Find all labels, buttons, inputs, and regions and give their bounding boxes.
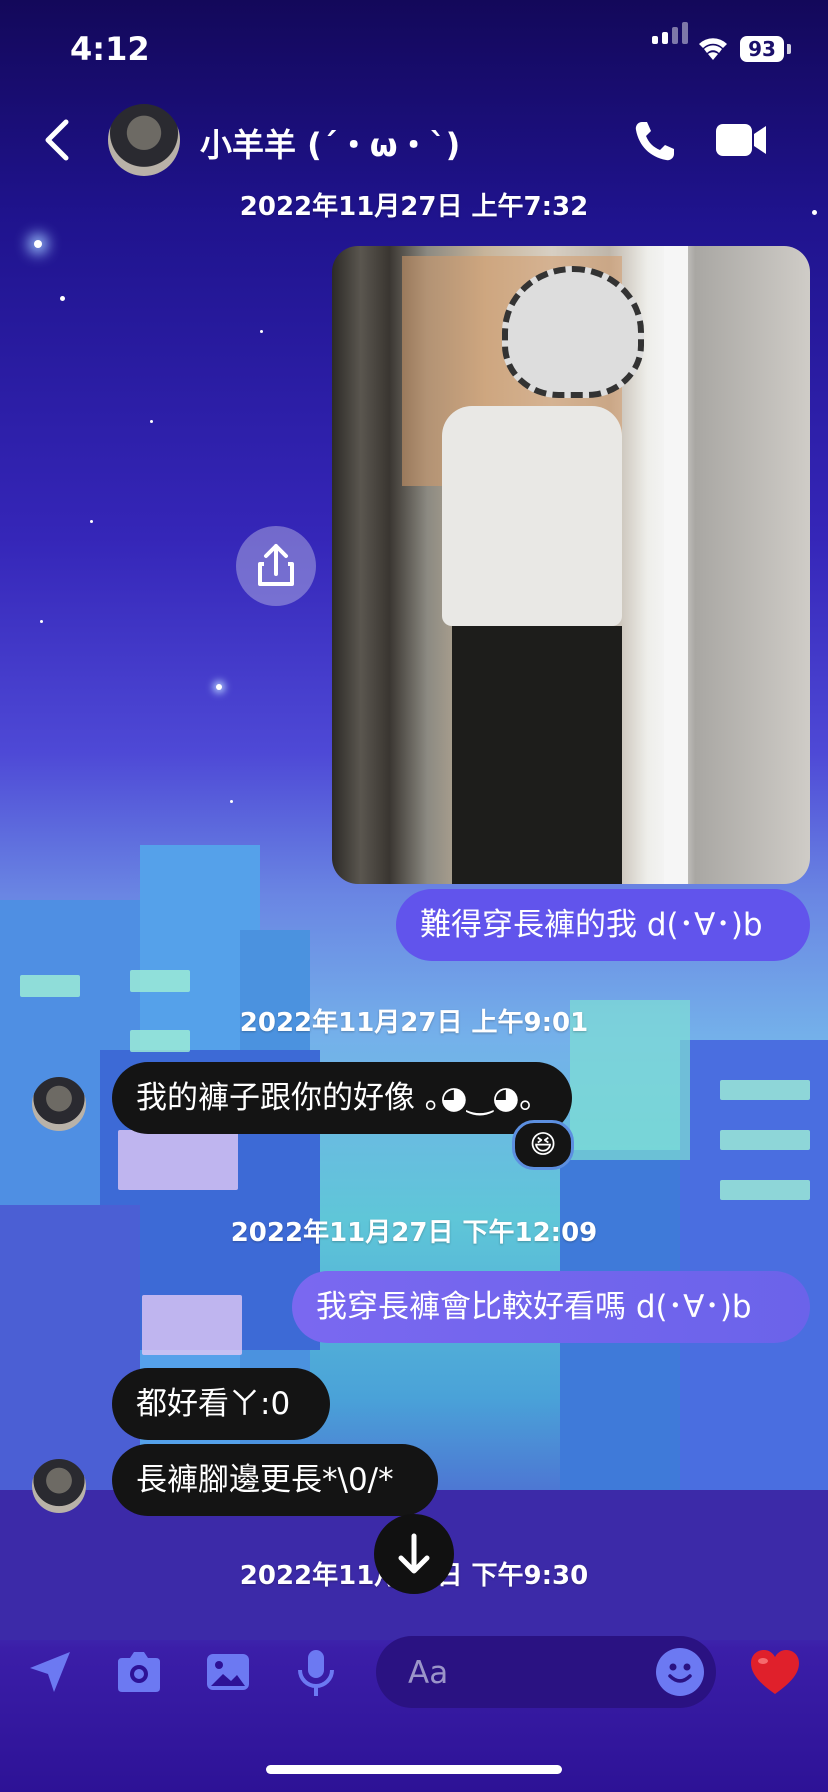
status-time: 4:12 — [70, 30, 150, 68]
heart-icon[interactable] — [748, 1646, 802, 1700]
phone-icon[interactable] — [632, 118, 678, 164]
message-reaction[interactable]: 😆 — [512, 1120, 574, 1170]
battery-level: 93 — [740, 36, 784, 62]
wifi-icon — [699, 38, 727, 60]
emoji-button[interactable] — [656, 1648, 704, 1696]
photo-subject-hat — [502, 266, 644, 398]
photo-subject — [442, 406, 622, 626]
battery-cap — [787, 44, 791, 54]
share-icon — [258, 544, 294, 586]
scroll-to-bottom-button[interactable] — [374, 1514, 454, 1594]
contact-avatar-small[interactable] — [32, 1077, 86, 1131]
emoji-icon — [668, 1663, 692, 1683]
message-composer — [0, 1636, 828, 1710]
arrow-down-icon — [398, 1533, 430, 1574]
chat-header: 小羊羊 (´・ω・`) — [0, 100, 828, 180]
location-arrow-icon[interactable] — [26, 1648, 74, 1696]
timestamp: 2022年11月27日 下午12:09 — [230, 1218, 598, 1248]
message-incoming[interactable]: 我的褲子跟你的好像 ｡◕‿◕｡ — [112, 1062, 572, 1134]
share-button[interactable] — [236, 526, 316, 606]
image-icon[interactable] — [204, 1648, 252, 1696]
timestamp: 2022年11月27日 上午9:01 — [239, 1008, 589, 1038]
contact-avatar-small[interactable] — [32, 1459, 86, 1513]
message-outgoing[interactable]: 難得穿長褲的我 d(･∀･)b — [396, 889, 810, 961]
video-camera-icon[interactable] — [714, 120, 770, 160]
timestamp: 2022年11月27日 上午7:32 — [239, 192, 589, 222]
camera-icon[interactable] — [114, 1648, 164, 1696]
message-input[interactable] — [406, 1636, 640, 1710]
back-arrow-icon[interactable] — [38, 114, 78, 166]
status-bar: 4:12 93 — [0, 22, 828, 72]
contact-avatar[interactable] — [108, 104, 180, 176]
shared-photo[interactable] — [332, 246, 810, 884]
message-incoming[interactable]: 都好看ㄚ:0 — [112, 1368, 330, 1440]
message-input-box[interactable] — [376, 1636, 716, 1710]
message-outgoing[interactable]: 我穿長褲會比較好看嗎 d(･∀･)b — [292, 1271, 810, 1343]
message-incoming[interactable]: 長褲腳邊更長*\0/* — [112, 1444, 438, 1516]
contact-name[interactable]: 小羊羊 (´・ω・`) — [200, 120, 460, 166]
home-indicator — [266, 1765, 562, 1774]
microphone-icon[interactable] — [294, 1648, 338, 1698]
